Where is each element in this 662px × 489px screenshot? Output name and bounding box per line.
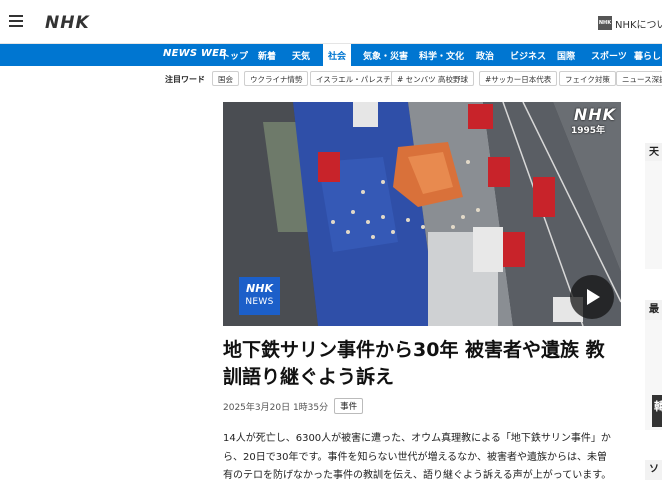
about-nhk-link[interactable]: NHK NHKについて (598, 14, 662, 32)
sidebar-latest-heading: 最 (645, 300, 662, 320)
sidebar-news-thumbnail[interactable]: 韓 (652, 395, 662, 427)
news-web-brand[interactable]: NEWS WEB (163, 48, 227, 59)
nhk-small-logo-icon: NHK (598, 16, 612, 30)
keyword-tag[interactable]: フェイク対策 (559, 71, 616, 86)
nav-sports[interactable]: スポーツ (591, 49, 627, 62)
sidebar-weather-heading: 天 (645, 143, 662, 161)
sidebar-thumb-text: 韓 (654, 400, 662, 413)
nav-living[interactable]: 暮らし (634, 49, 661, 62)
article-title: 地下鉄サリン事件から30年 被害者や遺族 教訓語り継ぐよう訴え (223, 339, 605, 388)
nav-society[interactable]: 社会 (323, 44, 352, 66)
category-nav: NEWS WEB トップ 新着 天気 社会 気象・災害 科学・文化 政治 ビジネ… (0, 44, 662, 66)
news-video-player[interactable]: NHK 1995年 NHK NEWS (223, 102, 621, 326)
menu-icon[interactable] (9, 15, 23, 28)
nav-top[interactable]: トップ (221, 49, 248, 62)
aerial-scene-image (223, 102, 621, 326)
article-meta: 2025年3月20日 1時35分 事件 (223, 398, 364, 414)
top-header: NHK NHK NHKについて (0, 0, 662, 44)
nav-international[interactable]: 国際 (557, 49, 575, 62)
keyword-tag[interactable]: # センバツ 高校野球 (391, 71, 475, 86)
article-body: 14人が死亡し、6300人が被害に遭った、オウム真理教による「地下鉄サリン事件」… (223, 433, 612, 481)
badge-news: NEWS (245, 297, 274, 307)
nhk-logo[interactable]: NHK (45, 13, 90, 33)
sidebar-weather-widget (645, 161, 662, 269)
archive-year-label: 1995年 (570, 126, 605, 136)
trending-label: 注目ワード (165, 75, 205, 84)
nav-latest[interactable]: 新着 (258, 49, 276, 62)
nav-weather[interactable]: 天気 (292, 49, 310, 62)
about-nhk-label: NHKについて (615, 19, 662, 31)
category-badge[interactable]: 事件 (334, 398, 364, 414)
article-date: 2025年3月20日 1時35分 (223, 402, 329, 413)
sidebar-section-heading: ソ (645, 460, 662, 480)
keyword-tag[interactable]: 国会 (212, 71, 239, 86)
keyword-tag[interactable]: ニュース深掘 (616, 71, 662, 86)
play-icon[interactable] (570, 275, 614, 319)
keyword-tag[interactable]: ウクライナ情勢 (244, 71, 309, 86)
nav-disaster[interactable]: 気象・災害 (363, 49, 408, 62)
nav-science[interactable]: 科学・文化 (419, 49, 464, 62)
trending-keywords: 注目ワード 国会 ウクライナ情勢 イスラエル・パレスチナ # センバツ 高校野球… (0, 66, 662, 90)
nhk-news-badge: NHK NEWS (239, 277, 280, 315)
badge-nhk: NHK (246, 282, 273, 295)
keyword-tag[interactable]: #サッカー日本代表 (479, 71, 558, 86)
nav-business[interactable]: ビジネス (510, 49, 546, 62)
nav-politics[interactable]: 政治 (476, 49, 494, 62)
nhk-watermark: NHK (573, 105, 616, 124)
